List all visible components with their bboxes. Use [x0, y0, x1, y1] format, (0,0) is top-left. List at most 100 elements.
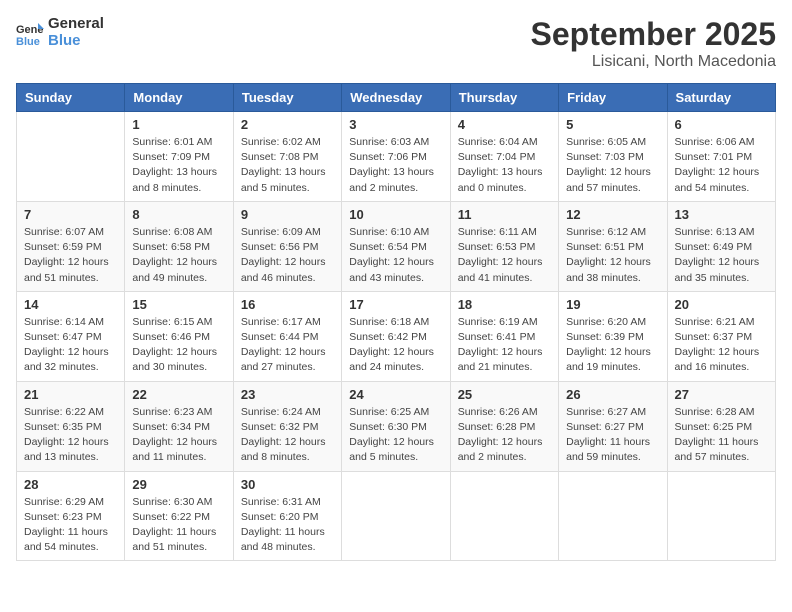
weekday-header-cell: Wednesday	[342, 84, 450, 112]
day-info: Sunrise: 6:21 AMSunset: 6:37 PMDaylight:…	[675, 315, 768, 376]
calendar-cell: 12 Sunrise: 6:12 AMSunset: 6:51 PMDayligh…	[559, 201, 667, 291]
calendar-cell: 11Sunrise: 6:11 AMSunset: 6:53 PMDayligh…	[450, 201, 558, 291]
day-info: Sunrise: 6:19 AMSunset: 6:41 PMDaylight:…	[458, 315, 551, 376]
day-info: Sunrise: 6:18 AMSunset: 6:42 PMDaylight:…	[349, 315, 442, 376]
weekday-header-cell: Sunday	[17, 84, 125, 112]
calendar-cell	[559, 471, 667, 561]
day-number: 15	[132, 297, 225, 312]
day-info: Sunrise: 6:05 AMSunset: 7:03 PMDaylight:…	[566, 135, 659, 196]
calendar-cell: 26 Sunrise: 6:27 AMSunset: 6:27 PMDayligh…	[559, 381, 667, 471]
day-number: 6	[675, 117, 768, 132]
day-number: 25	[458, 387, 551, 402]
day-info: Sunrise: 6:01 AMSunset: 7:09 PMDaylight:…	[132, 135, 225, 196]
day-info: Sunrise: 6:27 AMSunset: 6:27 PMDaylight:…	[566, 405, 659, 466]
day-number: 14	[24, 297, 117, 312]
weekday-header-cell: Saturday	[667, 84, 775, 112]
calendar-cell: 1Sunrise: 6:01 AMSunset: 7:09 PMDaylight…	[125, 112, 233, 202]
month-title: September 2025	[531, 16, 776, 53]
day-info: Sunrise: 6:09 AMSunset: 6:56 PMDaylight:…	[241, 225, 334, 286]
calendar-cell: 8Sunrise: 6:08 AMSunset: 6:58 PMDaylight…	[125, 201, 233, 291]
day-info: Sunrise: 6:24 AMSunset: 6:32 PMDaylight:…	[241, 405, 334, 466]
logo-blue-text: Blue	[48, 33, 104, 50]
calendar-cell: 5Sunrise: 6:05 AMSunset: 7:03 PMDaylight…	[559, 112, 667, 202]
page-header: General Blue General Blue September 2025…	[16, 16, 776, 71]
weekday-header-cell: Thursday	[450, 84, 558, 112]
calendar-cell: 7 Sunrise: 6:07 AMSunset: 6:59 PMDaylight…	[17, 201, 125, 291]
day-info: Sunrise: 6:25 AMSunset: 6:30 PMDaylight:…	[349, 405, 442, 466]
day-number: 9	[241, 207, 334, 222]
calendar-table: SundayMondayTuesdayWednesdayThursdayFrid…	[16, 83, 776, 561]
day-number: 10	[349, 207, 442, 222]
calendar-cell: 22Sunrise: 6:23 AMSunset: 6:34 PMDayligh…	[125, 381, 233, 471]
day-number: 3	[349, 117, 442, 132]
day-info: Sunrise: 6:07 AMSunset: 6:59 PMDaylight:…	[24, 225, 117, 286]
day-info: Sunrise: 6:20 AMSunset: 6:39 PMDaylight:…	[566, 315, 659, 376]
calendar-cell: 9 Sunrise: 6:09 AMSunset: 6:56 PMDaylight…	[233, 201, 341, 291]
day-number: 7	[24, 207, 117, 222]
day-info: Sunrise: 6:23 AMSunset: 6:34 PMDaylight:…	[132, 405, 225, 466]
title-block: September 2025 Lisicani, North Macedonia	[531, 16, 776, 71]
day-info: Sunrise: 6:03 AMSunset: 7:06 PMDaylight:…	[349, 135, 442, 196]
day-number: 19	[566, 297, 659, 312]
calendar-cell: 30 Sunrise: 6:31 AMSunset: 6:20 PMDayligh…	[233, 471, 341, 561]
day-number: 18	[458, 297, 551, 312]
day-number: 2	[241, 117, 334, 132]
day-number: 24	[349, 387, 442, 402]
calendar-cell: 18 Sunrise: 6:19 AMSunset: 6:41 PMDayligh…	[450, 291, 558, 381]
day-number: 27	[675, 387, 768, 402]
day-info: Sunrise: 6:22 AMSunset: 6:35 PMDaylight:…	[24, 405, 117, 466]
day-info: Sunrise: 6:12 AMSunset: 6:51 PMDaylight:…	[566, 225, 659, 286]
calendar-cell	[17, 112, 125, 202]
logo-general-text: General	[48, 16, 104, 33]
calendar-cell: 27 Sunrise: 6:28 AMSunset: 6:25 PMDayligh…	[667, 381, 775, 471]
calendar-cell: 2 Sunrise: 6:02 AMSunset: 7:08 PMDaylight…	[233, 112, 341, 202]
day-number: 30	[241, 477, 334, 492]
weekday-header-cell: Monday	[125, 84, 233, 112]
day-number: 12	[566, 207, 659, 222]
calendar-cell	[342, 471, 450, 561]
day-number: 16	[241, 297, 334, 312]
weekday-header-cell: Tuesday	[233, 84, 341, 112]
day-number: 28	[24, 477, 117, 492]
calendar-cell: 14 Sunrise: 6:14 AMSunset: 6:47 PMDayligh…	[17, 291, 125, 381]
day-info: Sunrise: 6:28 AMSunset: 6:25 PMDaylight:…	[675, 405, 768, 466]
day-info: Sunrise: 6:26 AMSunset: 6:28 PMDaylight:…	[458, 405, 551, 466]
day-number: 29	[132, 477, 225, 492]
calendar-cell: 4Sunrise: 6:04 AMSunset: 7:04 PMDaylight…	[450, 112, 558, 202]
calendar-cell: 23Sunrise: 6:24 AMSunset: 6:32 PMDayligh…	[233, 381, 341, 471]
day-info: Sunrise: 6:08 AMSunset: 6:58 PMDaylight:…	[132, 225, 225, 286]
calendar-cell: 21 Sunrise: 6:22 AMSunset: 6:35 PMDayligh…	[17, 381, 125, 471]
calendar-cell: 25 Sunrise: 6:26 AMSunset: 6:28 PMDayligh…	[450, 381, 558, 471]
logo: General Blue General Blue	[16, 16, 104, 49]
calendar-cell: 19 Sunrise: 6:20 AMSunset: 6:39 PMDayligh…	[559, 291, 667, 381]
calendar-cell	[667, 471, 775, 561]
calendar-cell: 20Sunrise: 6:21 AMSunset: 6:37 PMDayligh…	[667, 291, 775, 381]
day-number: 26	[566, 387, 659, 402]
day-info: Sunrise: 6:17 AMSunset: 6:44 PMDaylight:…	[241, 315, 334, 376]
day-number: 21	[24, 387, 117, 402]
day-info: Sunrise: 6:14 AMSunset: 6:47 PMDaylight:…	[24, 315, 117, 376]
calendar-week-row: 1Sunrise: 6:01 AMSunset: 7:09 PMDaylight…	[17, 112, 776, 202]
calendar-week-row: 28Sunrise: 6:29 AMSunset: 6:23 PMDayligh…	[17, 471, 776, 561]
day-info: Sunrise: 6:06 AMSunset: 7:01 PMDaylight:…	[675, 135, 768, 196]
calendar-week-row: 21 Sunrise: 6:22 AMSunset: 6:35 PMDayligh…	[17, 381, 776, 471]
day-info: Sunrise: 6:15 AMSunset: 6:46 PMDaylight:…	[132, 315, 225, 376]
day-info: Sunrise: 6:31 AMSunset: 6:20 PMDaylight:…	[241, 495, 334, 556]
calendar-cell: 6 Sunrise: 6:06 AMSunset: 7:01 PMDaylight…	[667, 112, 775, 202]
weekday-header-cell: Friday	[559, 84, 667, 112]
day-info: Sunrise: 6:02 AMSunset: 7:08 PMDaylight:…	[241, 135, 334, 196]
day-number: 17	[349, 297, 442, 312]
day-number: 4	[458, 117, 551, 132]
calendar-cell: 24 Sunrise: 6:25 AMSunset: 6:30 PMDayligh…	[342, 381, 450, 471]
calendar-cell: 13Sunrise: 6:13 AMSunset: 6:49 PMDayligh…	[667, 201, 775, 291]
calendar-cell: 10Sunrise: 6:10 AMSunset: 6:54 PMDayligh…	[342, 201, 450, 291]
day-info: Sunrise: 6:11 AMSunset: 6:53 PMDaylight:…	[458, 225, 551, 286]
logo-icon: General Blue	[16, 19, 44, 47]
svg-text:Blue: Blue	[16, 36, 40, 47]
calendar-body: 1Sunrise: 6:01 AMSunset: 7:09 PMDaylight…	[17, 112, 776, 561]
weekday-header-row: SundayMondayTuesdayWednesdayThursdayFrid…	[17, 84, 776, 112]
calendar-week-row: 14 Sunrise: 6:14 AMSunset: 6:47 PMDayligh…	[17, 291, 776, 381]
day-info: Sunrise: 6:13 AMSunset: 6:49 PMDaylight:…	[675, 225, 768, 286]
calendar-cell: 3 Sunrise: 6:03 AMSunset: 7:06 PMDaylight…	[342, 112, 450, 202]
location-title: Lisicani, North Macedonia	[531, 53, 776, 71]
